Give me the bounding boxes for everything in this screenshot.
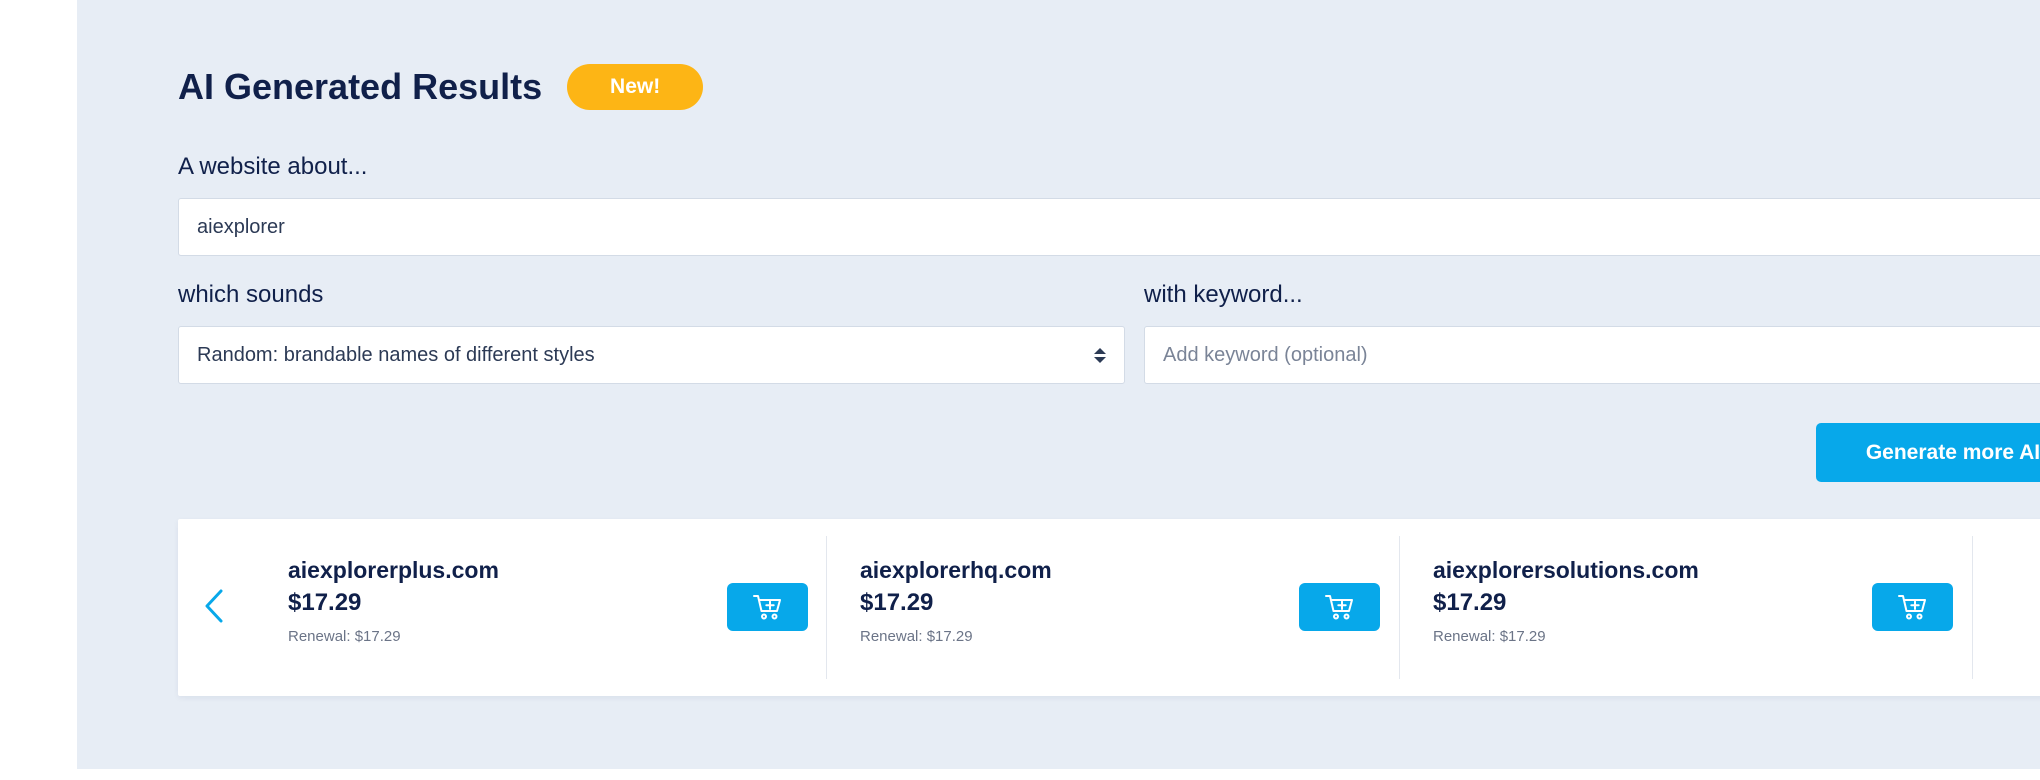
- keyword-label: with keyword...: [1144, 281, 1303, 308]
- result-divider: [1972, 536, 1973, 679]
- add-to-cart-button[interactable]: [727, 583, 808, 631]
- carousel-next-button[interactable]: [2036, 576, 2040, 636]
- new-badge: New!: [567, 64, 704, 110]
- domain-name[interactable]: aiexplorerplus.com: [288, 556, 499, 584]
- domain-renewal: Renewal: $17.29: [1433, 628, 1546, 645]
- domain-price: $17.29: [1433, 589, 1507, 616]
- domain-result-item: aiexplorerhq.com $17.29 Renewal: $17.29: [860, 536, 1432, 679]
- domain-renewal: Renewal: $17.29: [860, 628, 973, 645]
- header-row: AI Generated Results New!: [178, 64, 704, 110]
- result-divider: [1399, 536, 1400, 679]
- domain-result-item: aiexplorersolutions.com $17.29 Renewal: …: [1433, 536, 2005, 679]
- sounds-select-value: Random: brandable names of different sty…: [197, 343, 595, 366]
- ai-results-panel: AI Generated Results New! A website abou…: [77, 0, 2040, 769]
- sounds-label: which sounds: [178, 281, 324, 308]
- cart-add-icon: [1897, 595, 1926, 620]
- cart-add-icon: [1324, 595, 1353, 620]
- keyword-input[interactable]: [1144, 326, 2040, 384]
- domain-name[interactable]: aiexplorersolutions.com: [1433, 556, 1699, 584]
- cart-add-icon: [752, 595, 781, 620]
- about-input[interactable]: [178, 198, 2040, 256]
- carousel-prev-button[interactable]: [194, 576, 234, 636]
- chevron-left-icon: [205, 589, 223, 623]
- page-title: AI Generated Results: [178, 66, 543, 107]
- add-to-cart-button[interactable]: [1299, 583, 1380, 631]
- sounds-select[interactable]: Random: brandable names of different sty…: [178, 326, 1125, 384]
- select-arrows-icon: [1094, 347, 1106, 363]
- domain-price: $17.29: [288, 589, 362, 616]
- generate-more-button[interactable]: Generate more AI: [1816, 423, 2040, 482]
- domain-name[interactable]: aiexplorerhq.com: [860, 556, 1052, 584]
- domain-result-item: aiexplorerplus.com $17.29 Renewal: $17.2…: [288, 536, 860, 679]
- results-carousel: aiexplorerplus.com $17.29 Renewal: $17.2…: [178, 519, 2040, 696]
- about-label: A website about...: [178, 153, 368, 180]
- domain-renewal: Renewal: $17.29: [288, 628, 401, 645]
- domain-price: $17.29: [860, 589, 934, 616]
- result-divider: [826, 536, 827, 679]
- add-to-cart-button[interactable]: [1872, 583, 1953, 631]
